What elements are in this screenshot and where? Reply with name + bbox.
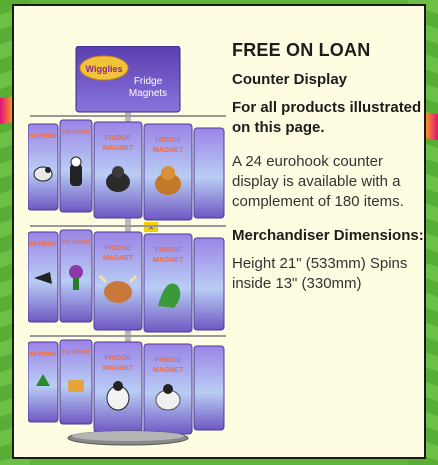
dimensions-text: Height 21" (533mm) Spins inside 13" (330… [232,255,408,292]
header-brand: Wigglies [86,64,123,74]
counter-display-illustration: Wigglies Fridge Magnets KEYRING KEYRING [28,46,226,446]
products-note: For all products illustrated on this pag… [232,99,422,136]
svg-text:MAGNET: MAGNET [103,365,134,372]
svg-text:FRIDGE: FRIDGE [105,135,132,142]
title: FREE ON LOAN [232,40,371,60]
svg-text:MAGNET: MAGNET [153,367,184,374]
card-fridge-magnet-3: FRIDGE MAGNET [93,231,143,331]
svg-text:FRIDGE: FRIDGE [155,137,182,144]
card-keyring-3: KEYRING [28,231,59,323]
row-3: KEYRING KEYRING FRIDGE MAGNET FRIDGE MAG… [28,335,226,435]
card-label: KEYRING [29,352,57,358]
svg-text:MAGNET: MAGNET [153,257,184,264]
card-keyring-2: KEYRING [59,119,93,213]
card-side-3 [193,345,225,431]
dimensions-heading: Merchandiser Dimensions: [232,227,424,244]
description: A 24 eurohook counter display is availab… [232,153,404,210]
svg-text:MAGNET: MAGNET [153,147,184,154]
card-label: KEYRING [62,130,90,136]
header-card: Wigglies Fridge Magnets [75,46,181,113]
info-text-column: FREE ON LOAN Counter Display For all pro… [232,40,428,308]
svg-text:FRIDGE: FRIDGE [155,357,182,364]
card-label: KEYRING [62,350,90,356]
row-2: KEYRING KEYRING FRIDGE MAGNET FRIDGE MAG… [28,225,226,333]
card-side-2 [193,237,225,331]
card-fridge-magnet-5: FRIDGE MAGNET [93,341,143,433]
header-caption-2: Magnets [129,88,167,99]
card-side-1 [193,127,225,219]
card-fridge-magnet-4: FRIDGE MAGNET [143,233,193,333]
card-fridge-magnet-1: FRIDGE MAGNET [93,121,143,219]
svg-text:FRIDGE: FRIDGE [105,355,132,362]
row-1: KEYRING KEYRING FRIDGE MAGNET FRIDGE MAG… [28,115,226,232]
subtitle: Counter Display [232,71,348,88]
info-panel: Wigglies Fridge Magnets KEYRING KEYRING [12,4,426,459]
svg-text:MAGNET: MAGNET [103,255,134,262]
card-keyring-6: KEYRING [59,339,93,425]
card-label: KEYRING [29,134,57,140]
card-keyring-1: KEYRING [28,123,59,211]
svg-text:FRIDGE: FRIDGE [155,247,182,254]
card-keyring-5: KEYRING [28,341,59,423]
card-keyring-4: KEYRING [59,229,93,323]
card-label: KEYRING [62,240,90,246]
header-caption-1: Fridge [134,76,163,87]
svg-text:FRIDGE: FRIDGE [105,245,132,252]
card-fridge-magnet-2: FRIDGE MAGNET [143,123,193,221]
svg-text:MAGNET: MAGNET [103,145,134,152]
card-label: KEYRING [29,242,57,248]
card-fridge-magnet-6: FRIDGE MAGNET [143,343,193,435]
